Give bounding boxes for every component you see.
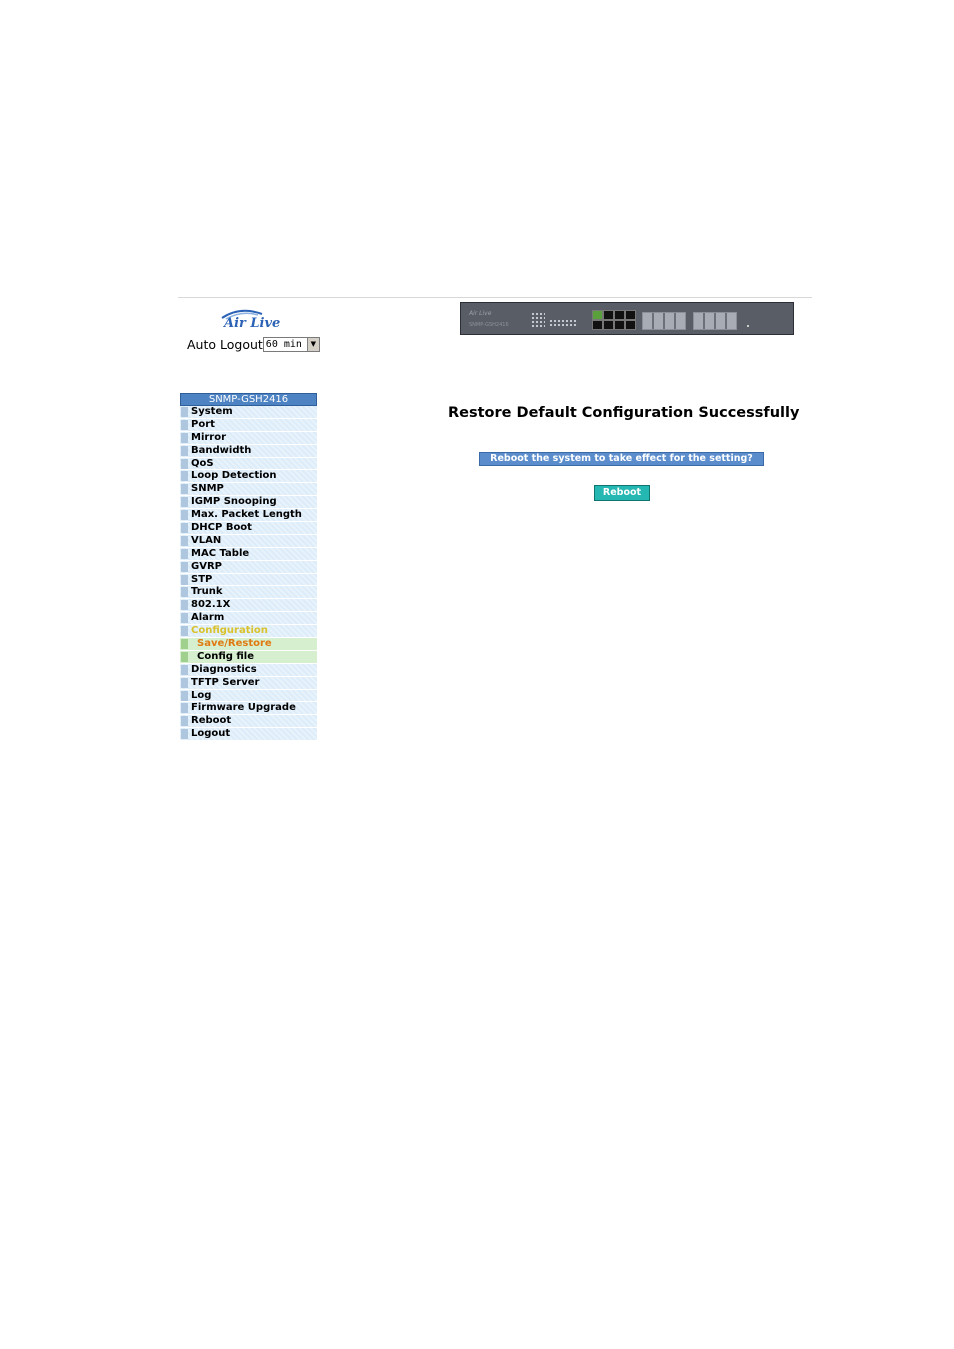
switch-model: SNMP-GSH2416 <box>469 322 509 328</box>
sidebar-item-qos[interactable]: QoS <box>180 457 317 471</box>
auto-logout-select[interactable]: 60 min ▼ <box>262 337 320 352</box>
switch-leds-2 <box>549 319 577 327</box>
port-icon[interactable] <box>603 310 614 320</box>
sidebar-item-mirror[interactable]: Mirror <box>180 431 317 445</box>
auto-logout-value: 60 min <box>265 339 302 350</box>
port-icon[interactable] <box>592 310 603 320</box>
reboot-button[interactable]: Reboot <box>594 485 650 501</box>
sidebar-subitem-config-file[interactable]: Config file <box>180 650 317 664</box>
sidebar-item-port[interactable]: Port <box>180 418 317 432</box>
sidebar-item-logout[interactable]: Logout <box>180 728 317 742</box>
sidebar-item-igmp-snooping[interactable]: IGMP Snooping <box>180 496 317 510</box>
sidebar-item-configuration[interactable]: Configuration <box>180 625 317 639</box>
sidebar-item-tftp-server[interactable]: TFTP Server <box>180 676 317 690</box>
switch-brand: Air Live <box>469 310 492 317</box>
switch-leds <box>531 312 545 327</box>
sidebar-item-system[interactable]: System <box>180 406 317 419</box>
sidebar-item-diagnostics[interactable]: Diagnostics <box>180 663 317 677</box>
sidebar-item-reboot[interactable]: Reboot <box>180 715 317 729</box>
sidebar-item-gvrp[interactable]: GVRP <box>180 560 317 574</box>
sfp-ports-group[interactable] <box>693 312 737 330</box>
sidebar-item-log[interactable]: Log <box>180 689 317 703</box>
port-icon[interactable] <box>625 310 636 320</box>
sidebar-subitem-save-restore[interactable]: Save/Restore <box>180 638 317 651</box>
sidebar-item-vlan[interactable]: VLAN <box>180 534 317 548</box>
port-icon[interactable] <box>614 320 625 330</box>
port-icon[interactable] <box>592 320 603 330</box>
sidebar-menu: SNMP-GSH2416 System Port Mirror Bandwidt… <box>180 393 317 742</box>
sidebar-item-8021x[interactable]: 802.1X <box>180 599 317 613</box>
sidebar-item-max-packet-length[interactable]: Max. Packet Length <box>180 509 317 523</box>
sidebar-item-dhcp-boot[interactable]: DHCP Boot <box>180 522 317 535</box>
switch-indicator <box>747 325 749 327</box>
sidebar-item-alarm[interactable]: Alarm <box>180 612 317 626</box>
switch-panel-image: Air Live SNMP-GSH2416 <box>460 302 794 335</box>
sidebar-item-snmp[interactable]: SNMP <box>180 483 317 497</box>
sidebar-title: SNMP-GSH2416 <box>180 393 317 406</box>
sidebar-item-bandwidth[interactable]: Bandwidth <box>180 444 317 458</box>
sidebar-item-trunk[interactable]: Trunk <box>180 586 317 600</box>
port-icon[interactable] <box>603 320 614 330</box>
sidebar-item-stp[interactable]: STP <box>180 573 317 587</box>
port-icon[interactable] <box>625 320 636 330</box>
port-icon[interactable] <box>614 310 625 320</box>
sidebar-item-firmware-upgrade[interactable]: Firmware Upgrade <box>180 702 317 716</box>
auto-logout: Auto Logout 60 min ▼ <box>187 336 320 352</box>
auto-logout-label: Auto Logout <box>187 337 263 352</box>
logo-text: Air Live <box>224 316 281 331</box>
airlive-logo: Air Live <box>218 308 298 334</box>
reboot-prompt-banner: Reboot the system to take effect for the… <box>479 452 764 466</box>
sfp-ports-group[interactable] <box>642 312 686 330</box>
page-title: Restore Default Configuration Successful… <box>448 405 800 421</box>
top-divider <box>178 297 812 298</box>
sidebar-item-mac-table[interactable]: MAC Table <box>180 547 317 561</box>
sidebar-item-loop-detection[interactable]: Loop Detection <box>180 470 317 484</box>
dropdown-arrow-icon[interactable]: ▼ <box>306 338 319 351</box>
